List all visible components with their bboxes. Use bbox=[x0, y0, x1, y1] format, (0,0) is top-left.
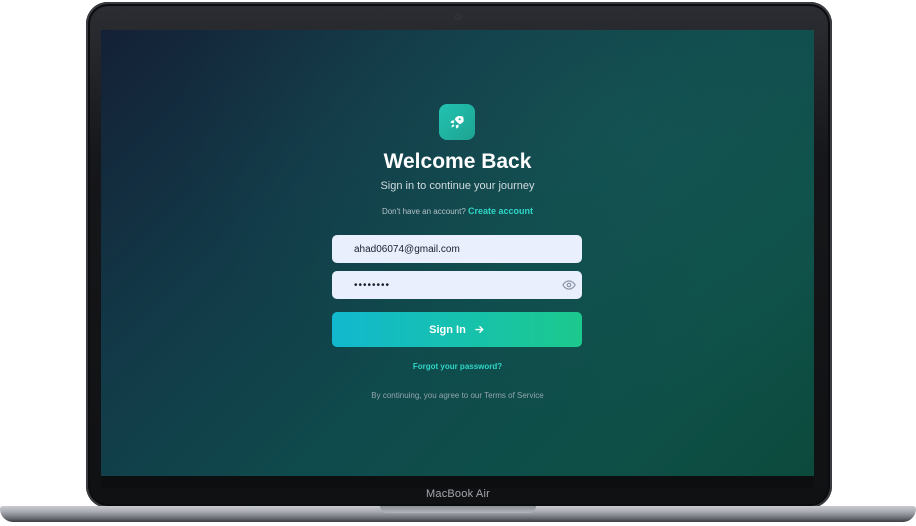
create-account-prompt: Don't have an account? Create account bbox=[101, 206, 814, 216]
screen-chin bbox=[101, 476, 814, 488]
password-input[interactable] bbox=[332, 271, 582, 299]
forgot-password-link[interactable]: Forgot your password? bbox=[101, 362, 814, 371]
model-label: MacBook Air bbox=[426, 488, 490, 500]
rocket-icon bbox=[450, 116, 464, 129]
page-title: Welcome Back bbox=[383, 150, 532, 173]
terms-text: By continuing, you agree to our Terms of… bbox=[371, 391, 544, 400]
arrow-right-icon bbox=[474, 326, 484, 333]
laptop-mockup: Welcome Back Sign in to continue your jo… bbox=[0, 0, 916, 526]
laptop-base-notch bbox=[380, 506, 536, 513]
sign-in-label: Sign In bbox=[429, 323, 466, 336]
laptop-screen: Welcome Back Sign in to continue your jo… bbox=[101, 30, 814, 476]
page-subtitle: Sign in to continue your journey bbox=[380, 180, 535, 192]
create-account-link[interactable]: Create account bbox=[468, 206, 533, 216]
email-field[interactable] bbox=[332, 235, 582, 263]
login-page: Welcome Back Sign in to continue your jo… bbox=[101, 30, 814, 476]
no-account-text: Don't have an account? bbox=[381, 207, 466, 216]
sign-in-button[interactable]: Sign In bbox=[332, 312, 582, 347]
camera-icon bbox=[455, 14, 461, 20]
email-input[interactable] bbox=[332, 235, 582, 263]
eye-icon[interactable] bbox=[562, 278, 576, 292]
app-logo bbox=[439, 104, 475, 140]
password-field[interactable] bbox=[332, 271, 582, 299]
